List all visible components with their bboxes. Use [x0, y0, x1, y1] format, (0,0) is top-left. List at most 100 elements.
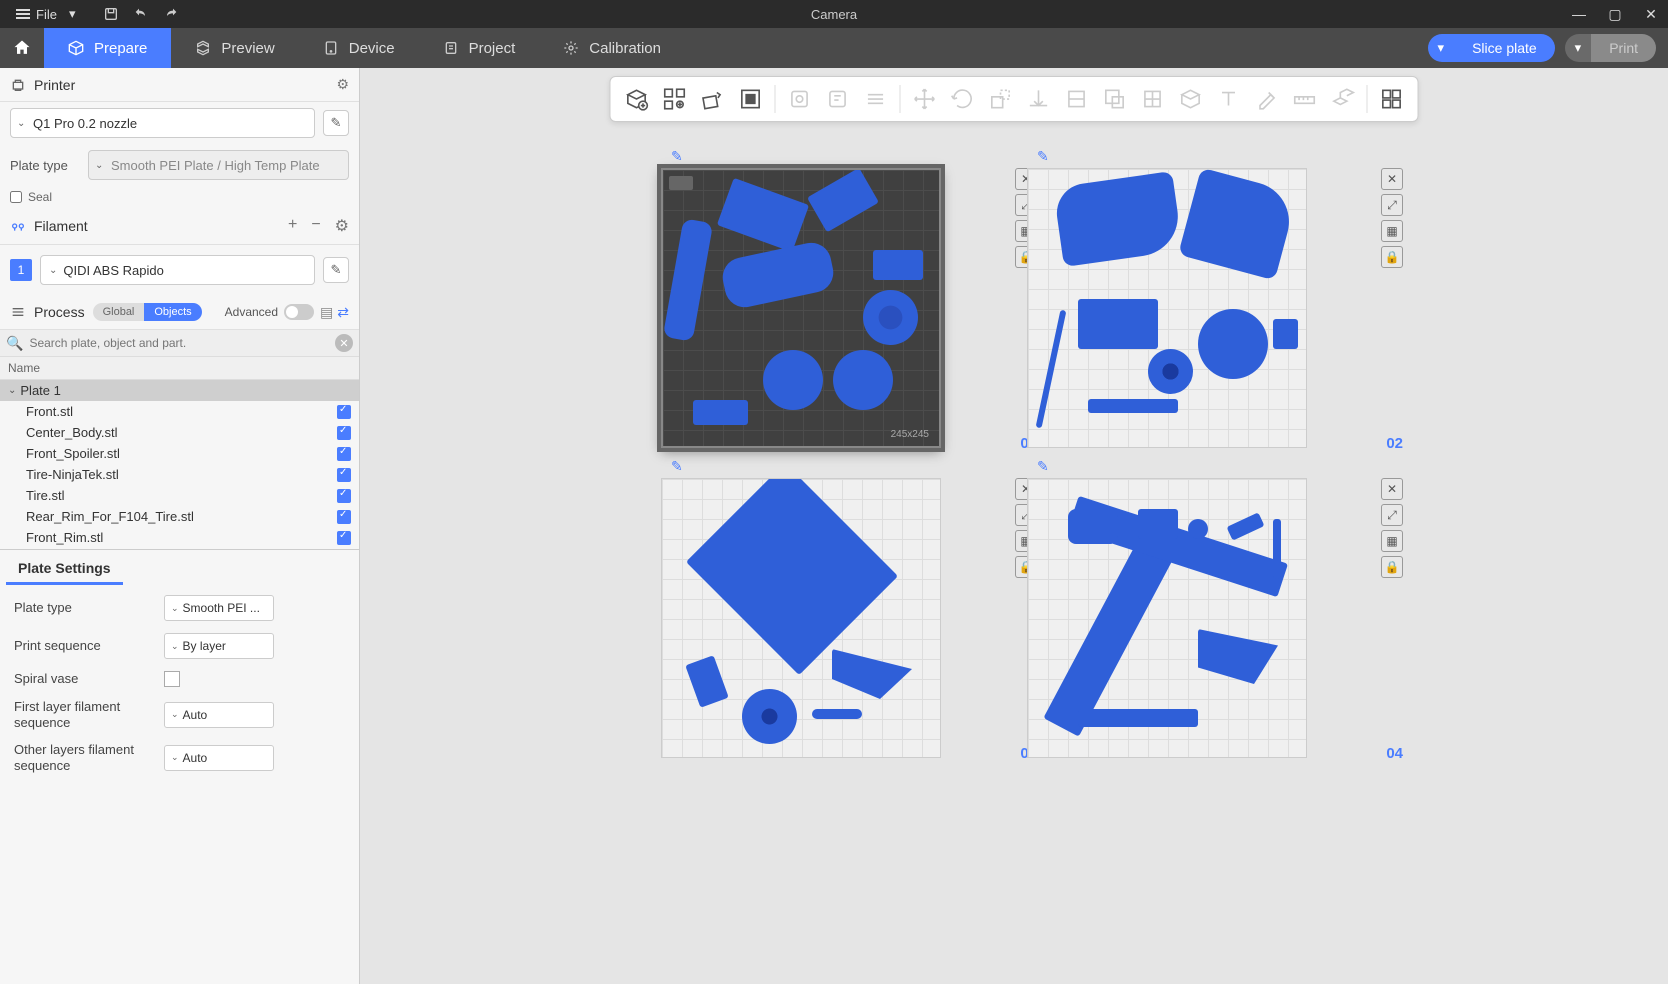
tab-device[interactable]: Device — [299, 28, 419, 68]
assembly-view-icon[interactable] — [1374, 81, 1410, 117]
filament-select[interactable]: ⌄ QIDI ABS Rapido — [40, 255, 315, 285]
assembly-icon[interactable] — [1325, 81, 1361, 117]
printer-edit-button[interactable]: ✎ — [323, 110, 349, 136]
move-icon[interactable] — [907, 81, 943, 117]
plate-surface[interactable]: 245x245 — [661, 168, 941, 448]
tree-object-row[interactable]: Tire.stl — [0, 485, 359, 506]
object-visible-checkbox[interactable] — [337, 447, 351, 461]
plate-lock-icon[interactable]: 🔒 — [1381, 246, 1403, 268]
list-view-icon[interactable]: ▤ — [320, 304, 333, 321]
filament-settings-icon[interactable]: ⚙ — [335, 216, 349, 236]
setting-print-sequence-select[interactable]: ⌄By layer — [164, 633, 274, 659]
color-paint-icon[interactable] — [1249, 81, 1285, 117]
seal-checkbox[interactable] — [10, 191, 22, 203]
plate-edit-icon[interactable]: ✎ — [1037, 148, 1049, 165]
support-paint-icon[interactable] — [1135, 81, 1171, 117]
mesh-boolean-icon[interactable] — [1097, 81, 1133, 117]
setting-plate-type-select[interactable]: ⌄Smooth PEI ... — [164, 595, 274, 621]
object-visible-checkbox[interactable] — [337, 405, 351, 419]
split-icon[interactable] — [782, 81, 818, 117]
canvas-viewport[interactable]: ✎ 245x245 ✕ — [360, 68, 1668, 984]
object-visible-checkbox[interactable] — [337, 426, 351, 440]
printer-select[interactable]: ⌄ Q1 Pro 0.2 nozzle — [10, 108, 315, 138]
plate-surface[interactable] — [1027, 168, 1307, 448]
plate-surface[interactable] — [661, 478, 941, 758]
tab-calibration[interactable]: Calibration — [539, 28, 685, 68]
printer-settings-icon[interactable]: ⚙ — [336, 76, 349, 93]
slice-button[interactable]: Slice plate — [1454, 34, 1555, 62]
plate-edit-icon[interactable]: ✎ — [671, 148, 683, 165]
undo-icon[interactable] — [133, 6, 149, 22]
variable-height-icon[interactable] — [820, 81, 856, 117]
plate-settings-icon[interactable]: ▦ — [1381, 220, 1403, 242]
print-dropdown[interactable]: ▾ — [1565, 34, 1592, 62]
object-search-input[interactable] — [29, 336, 335, 350]
advanced-toggle[interactable] — [284, 304, 314, 320]
plate-arrange-icon[interactable]: ⤢ — [1381, 194, 1403, 216]
slice-dropdown[interactable]: ▾ — [1428, 34, 1455, 62]
tree-object-row[interactable]: Tire-NinjaTek.stl — [0, 464, 359, 485]
tree-object-row[interactable]: Front.stl — [0, 401, 359, 422]
print-button[interactable]: Print — [1591, 34, 1656, 62]
text-icon[interactable] — [1211, 81, 1247, 117]
file-menu[interactable]: File ▾ — [8, 4, 83, 24]
minimize-button[interactable]: — — [1570, 6, 1588, 22]
plate-close-icon[interactable]: ✕ — [1381, 168, 1403, 190]
add-plate-icon[interactable] — [619, 81, 655, 117]
plate-close-icon[interactable]: ✕ — [1381, 478, 1403, 500]
plate-cell-01[interactable]: ✎ 245x245 ✕ — [661, 168, 1001, 448]
plate-surface[interactable] — [1027, 478, 1307, 758]
title-bar: File ▾ Camera — ▢ ✕ — [0, 0, 1668, 28]
compare-icon[interactable]: ⇄ — [337, 304, 349, 321]
setting-first-layer-select[interactable]: ⌄Auto — [164, 702, 274, 728]
object-visible-checkbox[interactable] — [337, 510, 351, 524]
filament-add-button[interactable]: + — [288, 216, 297, 236]
save-icon[interactable] — [103, 6, 119, 22]
tree-object-row[interactable]: Front_Rim.stl — [0, 527, 359, 548]
lay-flat-icon[interactable] — [858, 81, 894, 117]
flatten-icon[interactable] — [1021, 81, 1057, 117]
close-button[interactable]: ✕ — [1642, 6, 1660, 23]
tab-prepare[interactable]: Prepare — [44, 28, 171, 68]
tab-project[interactable]: Project — [419, 28, 540, 68]
plate-cell-03[interactable]: ✎ ✕ ⤢ ▦ 🔒 03 — [661, 478, 1001, 758]
filament-edit-button[interactable]: ✎ — [323, 257, 349, 283]
rotate-icon[interactable] — [945, 81, 981, 117]
seam-paint-icon[interactable] — [1173, 81, 1209, 117]
search-clear-button[interactable]: ✕ — [335, 334, 353, 352]
home-button[interactable] — [0, 28, 44, 68]
orient-icon[interactable] — [733, 81, 769, 117]
toggle-objects[interactable]: Objects — [144, 303, 201, 321]
plate-cell-02[interactable]: ✎ ✕ ⤢ ▦ 🔒 02 — [1027, 168, 1367, 448]
measure-icon[interactable] — [1287, 81, 1323, 117]
process-scope-toggle[interactable]: Global Objects — [93, 303, 202, 321]
plate-lock-icon[interactable]: 🔒 — [1381, 556, 1403, 578]
tree-object-row[interactable]: Front_Spoiler.stl — [0, 443, 359, 464]
plate-arrange-icon[interactable]: ⤢ — [1381, 504, 1403, 526]
cut-icon[interactable] — [1059, 81, 1095, 117]
maximize-button[interactable]: ▢ — [1606, 6, 1624, 23]
tab-preview[interactable]: Preview — [171, 28, 298, 68]
arrange-icon[interactable] — [695, 81, 731, 117]
tree-object-label: Rear_Rim_For_F104_Tire.stl — [26, 509, 194, 524]
filament-remove-button[interactable]: − — [311, 216, 320, 236]
tree-object-row[interactable]: Center_Body.stl — [0, 422, 359, 443]
setting-spiral-vase-checkbox[interactable] — [164, 671, 180, 687]
tree-plate-row[interactable]: ⌄ Plate 1 — [0, 380, 359, 401]
plate-edit-icon[interactable]: ✎ — [671, 458, 683, 475]
plate-type-select[interactable]: ⌄ Smooth PEI Plate / High Temp Plate — [88, 150, 349, 180]
add-part-icon[interactable] — [657, 81, 693, 117]
object-visible-checkbox[interactable] — [337, 468, 351, 482]
plate-edit-icon[interactable]: ✎ — [1037, 458, 1049, 475]
toggle-global[interactable]: Global — [93, 303, 145, 321]
scale-icon[interactable] — [983, 81, 1019, 117]
plate-cell-04[interactable]: ✎ ✕ ⤢ ▦ 🔒 — [1027, 478, 1367, 758]
plate-settings-icon[interactable]: ▦ — [1381, 530, 1403, 552]
redo-icon[interactable] — [163, 6, 179, 22]
tree-object-row[interactable]: Rear_Rim_For_F104_Tire.stl — [0, 506, 359, 527]
object-tree[interactable]: ⌄ Plate 1 Front.stl Center_Body.stl Fron… — [0, 380, 359, 550]
object-visible-checkbox[interactable] — [337, 531, 351, 545]
filament-swatch-1[interactable]: 1 — [10, 259, 32, 281]
setting-other-layers-select[interactable]: ⌄Auto — [164, 745, 274, 771]
object-visible-checkbox[interactable] — [337, 489, 351, 503]
